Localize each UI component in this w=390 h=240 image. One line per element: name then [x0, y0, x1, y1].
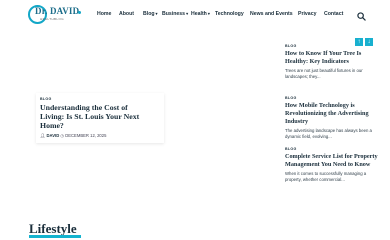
post-category[interactable]: BLOG	[285, 44, 380, 48]
logo-tagline: HEALTHBLOG	[40, 17, 64, 21]
nav-news-and-events[interactable]: News and Events	[250, 11, 293, 17]
nav-business[interactable]: Business▾	[162, 11, 188, 17]
post-title[interactable]: Complete Service List for Property Manag…	[285, 153, 380, 169]
featured-post-card[interactable]: BLOG Understanding the Cost of Living: I…	[36, 93, 164, 143]
post-title[interactable]: How to Know If Your Tree Is Healthy: Key…	[285, 50, 380, 66]
post-category[interactable]: BLOG	[285, 96, 380, 100]
post-excerpt: When it comes to successfully managing a…	[285, 171, 367, 183]
logo-dot	[78, 11, 81, 14]
post-category[interactable]: BLOG	[285, 147, 380, 151]
nav-about[interactable]: About	[119, 11, 134, 17]
nav-privacy[interactable]: Privacy	[298, 11, 316, 17]
list-item[interactable]: BLOG How Mobile Technology is Revolution…	[285, 96, 380, 140]
post-title[interactable]: How Mobile Technology is Revolutionizing…	[285, 102, 380, 126]
post-excerpt: The advertising landscape has always bee…	[285, 128, 372, 140]
chevron-down-icon: ▾	[155, 11, 158, 16]
site-logo[interactable]: Dr. DAVID HEALTHBLOG	[28, 5, 84, 25]
nav-home[interactable]: Home	[97, 11, 111, 17]
nav-contact[interactable]: Contact	[324, 11, 343, 17]
list-item[interactable]: BLOG Complete Service List for Property …	[285, 147, 380, 183]
chevron-down-icon: ▾	[186, 11, 189, 16]
post-date: DECEMBER 12, 2025	[65, 133, 107, 138]
post-category[interactable]: BLOG	[40, 97, 160, 101]
site-header: Dr. DAVID HEALTHBLOG Home About Blog▾ Bu…	[0, 0, 390, 30]
nav-blog[interactable]: Blog▾	[143, 11, 158, 17]
post-author[interactable]: DAVID	[47, 133, 60, 138]
list-item[interactable]: BLOG How to Know If Your Tree Is Healthy…	[285, 44, 380, 80]
search-icon[interactable]	[357, 12, 366, 21]
post-meta: 👤︎ DAVID ◷ DECEMBER 12, 2025	[40, 133, 160, 139]
logo-name: Dr. DAVID	[35, 6, 80, 16]
nav-health[interactable]: Health▾	[191, 11, 210, 17]
author-icon: 👤︎	[40, 133, 46, 138]
clock-icon: ◷	[60, 133, 65, 138]
chevron-down-icon: ▾	[207, 11, 210, 16]
nav-technology[interactable]: Technology	[215, 11, 244, 17]
featured-post-title[interactable]: Understanding the Cost of Living: Is St.…	[40, 103, 140, 130]
post-excerpt: Trees are not just beautiful fixtures in…	[285, 68, 363, 80]
section-underline	[29, 235, 81, 238]
